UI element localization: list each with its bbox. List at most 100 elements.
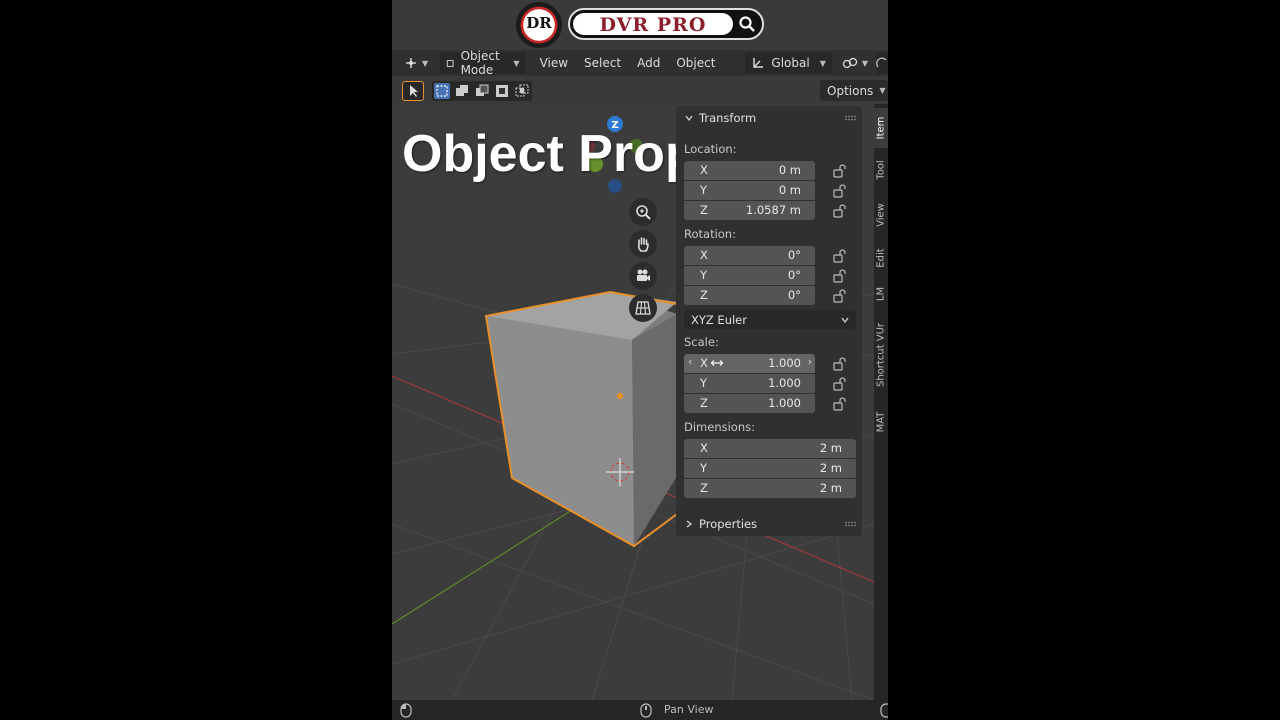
tab-mat[interactable]: MAT [874,402,888,442]
chevron-down-icon [841,317,849,324]
scale-label: Scale: [684,335,719,349]
orientation-dropdown[interactable]: Global ▼ [745,52,832,74]
properties-header[interactable]: Properties [676,513,862,535]
brand-wordmark: DVR PRO [568,8,764,40]
logo-text: DVR PRO [599,14,707,36]
dimensions-label: Dimensions: [684,420,755,434]
camera-view-button[interactable] [629,262,657,290]
increment-arrow-icon[interactable]: › [808,355,812,368]
menu-object[interactable]: Object [668,56,723,70]
viewport-header: ▼ Object Mode ▼ View Select Add Object G… [392,49,888,77]
rotation-z-field[interactable]: Z 0° [684,286,815,305]
status-pan-view: Pan View [664,703,714,716]
cursor-arrow-icon [410,85,418,97]
rotation-x-field[interactable]: X 0° [684,246,815,265]
chevron-down-icon [685,115,693,122]
menu-add[interactable]: Add [629,56,668,70]
tool-settings-row [392,78,888,104]
selection-mode-group [432,81,532,101]
zoom-button[interactable] [629,198,657,226]
dimensions-x-field[interactable]: X2 m [684,439,856,458]
dimensions-y-field[interactable]: Y2 m [684,459,856,478]
unlock-icon[interactable] [832,357,848,371]
transform-header[interactable]: Transform [676,107,862,129]
location-y-field[interactable]: Y0 m [684,181,815,200]
dimensions-z-field[interactable]: Z2 m [684,479,856,498]
options-dropdown[interactable]: Options ▼ [820,80,888,101]
tab-lm[interactable]: LM [874,280,888,308]
select-tool-button[interactable] [402,81,424,101]
rotation-mode-dropdown[interactable]: XYZ Euler [684,310,856,329]
editor-type-button[interactable]: ▼ [398,52,434,74]
select-invert-icon[interactable] [494,83,510,99]
object-mode-icon [446,59,454,67]
unlock-icon[interactable] [832,397,848,411]
properties-label: Properties [699,517,758,531]
snap-icon [876,57,887,68]
sidebar-item-panel: Transform Location: X0 m Y0 m Z 1.0587 m … [676,106,862,536]
transform-label: Transform [699,111,757,125]
tab-edit[interactable]: Edit [874,240,888,276]
tab-view[interactable]: View [874,194,888,236]
rotation-mode-label: XYZ Euler [691,312,747,327]
pan-button[interactable] [629,230,657,258]
unlock-icon[interactable] [832,164,848,178]
drag-handle-icon[interactable] [844,521,856,527]
location-x-field[interactable]: X0 m [684,161,815,180]
zoom-icon [636,205,651,220]
chevron-down-icon: ▼ [861,58,868,68]
chevron-right-icon [686,520,693,528]
blender-window: DR DVR PRO ▼ Object Mode ▼ View Select A… [392,0,888,720]
select-extend-icon[interactable] [454,83,470,99]
status-bar: Pan View [392,700,888,720]
location-label: Location: [684,142,737,156]
unlock-icon[interactable] [832,204,848,218]
scale-z-field[interactable]: Z 1.000 [684,394,815,413]
rotation-label: Rotation: [684,227,736,241]
chevron-down-icon: ▼ [513,58,520,68]
search-icon [739,16,755,32]
mode-dropdown[interactable]: Object Mode ▼ [440,49,526,77]
scale-x-field[interactable]: ‹ X 1.000 › [684,354,815,373]
resize-cursor-icon [710,360,724,366]
select-new-icon[interactable] [434,83,450,99]
sidebar-tabs: Item Tool View Edit LM Shortcut VUr MAT [874,104,888,700]
menu-view[interactable]: View [532,56,576,70]
tab-tool[interactable]: Tool [874,150,888,190]
unlock-icon[interactable] [832,184,848,198]
rotation-y-field[interactable]: Y 0° [684,266,815,285]
select-subtract-icon[interactable] [474,83,490,99]
brand-logo: DR [516,2,562,48]
chevron-down-icon: ▼ [422,58,429,68]
decrement-arrow-icon[interactable]: ‹ [688,355,692,368]
link-icon [842,57,857,69]
transform-orientation-icon [753,58,764,68]
scale-y-field[interactable]: Y 1.000 [684,374,815,393]
unlock-icon[interactable] [832,249,848,263]
hand-icon [637,237,649,252]
snap-toggle[interactable] [876,52,888,74]
editor-type-icon [406,58,416,68]
mouse-right-icon [880,703,888,718]
tab-shortcut-vur[interactable]: Shortcut VUr [874,312,888,398]
unlock-icon[interactable] [832,377,848,391]
drag-handle-icon[interactable] [844,115,856,121]
tab-item[interactable]: Item [874,108,888,148]
chevron-down-icon: ▼ [879,86,886,95]
unlock-icon[interactable] [832,269,848,283]
perspective-toggle-button[interactable] [629,294,657,322]
mode-label: Object Mode [460,49,500,77]
camera-icon [637,269,650,281]
logo-initials: DR [526,14,552,32]
mouse-left-icon [400,703,412,718]
unlock-icon[interactable] [832,289,848,303]
pivot-dropdown[interactable]: ▼ [836,52,874,74]
logo-banner: DR DVR PRO [392,0,888,50]
mouse-middle-icon [640,703,652,718]
location-z-field[interactable]: Z 1.0587 m [684,201,815,220]
orientation-label: Global [771,56,810,70]
grid-perspective-icon [635,301,651,315]
menu-select[interactable]: Select [576,56,629,70]
select-intersect-icon[interactable] [514,83,530,99]
options-label: Options [827,83,874,98]
